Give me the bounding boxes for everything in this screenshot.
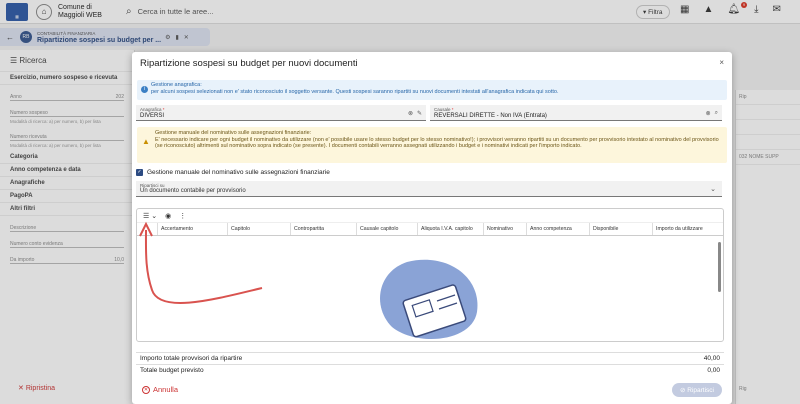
manual-nominativo-checkbox[interactable]: ✓ Gestione manuale del nominativo sulle …: [136, 169, 330, 176]
column-header[interactable]: Nominativo: [483, 223, 526, 235]
column-header[interactable]: Contropartita: [290, 223, 356, 235]
column-header[interactable]: Disponibile: [589, 223, 652, 235]
clear-icon[interactable]: ⊗: [706, 110, 711, 117]
grid-toolbar: ☰ ⌄ ◉ ⋮: [137, 209, 723, 223]
grid-scrollbar[interactable]: [718, 242, 721, 292]
totale-budget-row: Totale budget previsto 0,00: [136, 364, 724, 376]
warning-banner: ▲ Gestione manuale del nominativo sulle …: [137, 127, 727, 163]
warning-icon: ▲: [142, 137, 150, 146]
column-header[interactable]: Capitolo: [227, 223, 290, 235]
close-icon[interactable]: ×: [719, 58, 724, 67]
clear-icon[interactable]: ⊗: [408, 110, 413, 117]
info-icon: i: [141, 86, 148, 93]
totals: Importo totale provvisori da ripartire 4…: [136, 352, 724, 376]
cancel-icon: ✕: [142, 385, 150, 394]
more-icon[interactable]: ⋮: [179, 212, 186, 220]
column-header[interactable]: Aliquota I.V.A. capitolo: [417, 223, 483, 235]
menu-icon[interactable]: ☰ ⌄: [143, 212, 157, 220]
ripartizione-dialog: Ripartizione sospesi su budget per nuovi…: [132, 52, 732, 404]
ripartisci-button[interactable]: ⊘ Ripartisci: [672, 383, 722, 397]
ripartisci-su-select[interactable]: Ripartisci su Un documento contabile per…: [136, 181, 722, 197]
checkbox-checked[interactable]: ✓: [136, 169, 143, 176]
column-header[interactable]: Importo da utilizzare: [652, 223, 722, 235]
edit-pencil-icon[interactable]: ✎: [417, 110, 422, 117]
eye-icon[interactable]: ◉: [165, 212, 171, 220]
annulla-button[interactable]: ✕ Annulla: [142, 385, 178, 394]
select-column[interactable]: [137, 223, 157, 235]
causale-field[interactable]: Causale * REVERSALI DIRETTE - Non IVA (E…: [430, 105, 722, 121]
grid-header: Accertamento Capitolo Contropartita Caus…: [137, 223, 723, 236]
info-banner: i Gestione anagrafica: per alcuni sospes…: [137, 80, 727, 100]
column-header[interactable]: Causale capitolo: [356, 223, 417, 235]
totale-provvisori-row: Importo totale provvisori da ripartire 4…: [136, 352, 724, 364]
budget-grid: ☰ ⌄ ◉ ⋮ Accertamento Capitolo Contropart…: [136, 208, 724, 342]
anagrafica-field[interactable]: Anagrafica * DIVERSI ⊗ ✎: [136, 105, 426, 121]
dialog-title: Ripartizione sospesi su budget per nuovi…: [140, 58, 358, 69]
column-header[interactable]: Anno competenza: [526, 223, 589, 235]
chevron-down-icon: ⌄: [710, 186, 716, 193]
column-header[interactable]: Accertamento: [157, 223, 227, 235]
empty-state-illustration: [380, 259, 478, 339]
search-icon[interactable]: ⌕: [715, 110, 718, 117]
